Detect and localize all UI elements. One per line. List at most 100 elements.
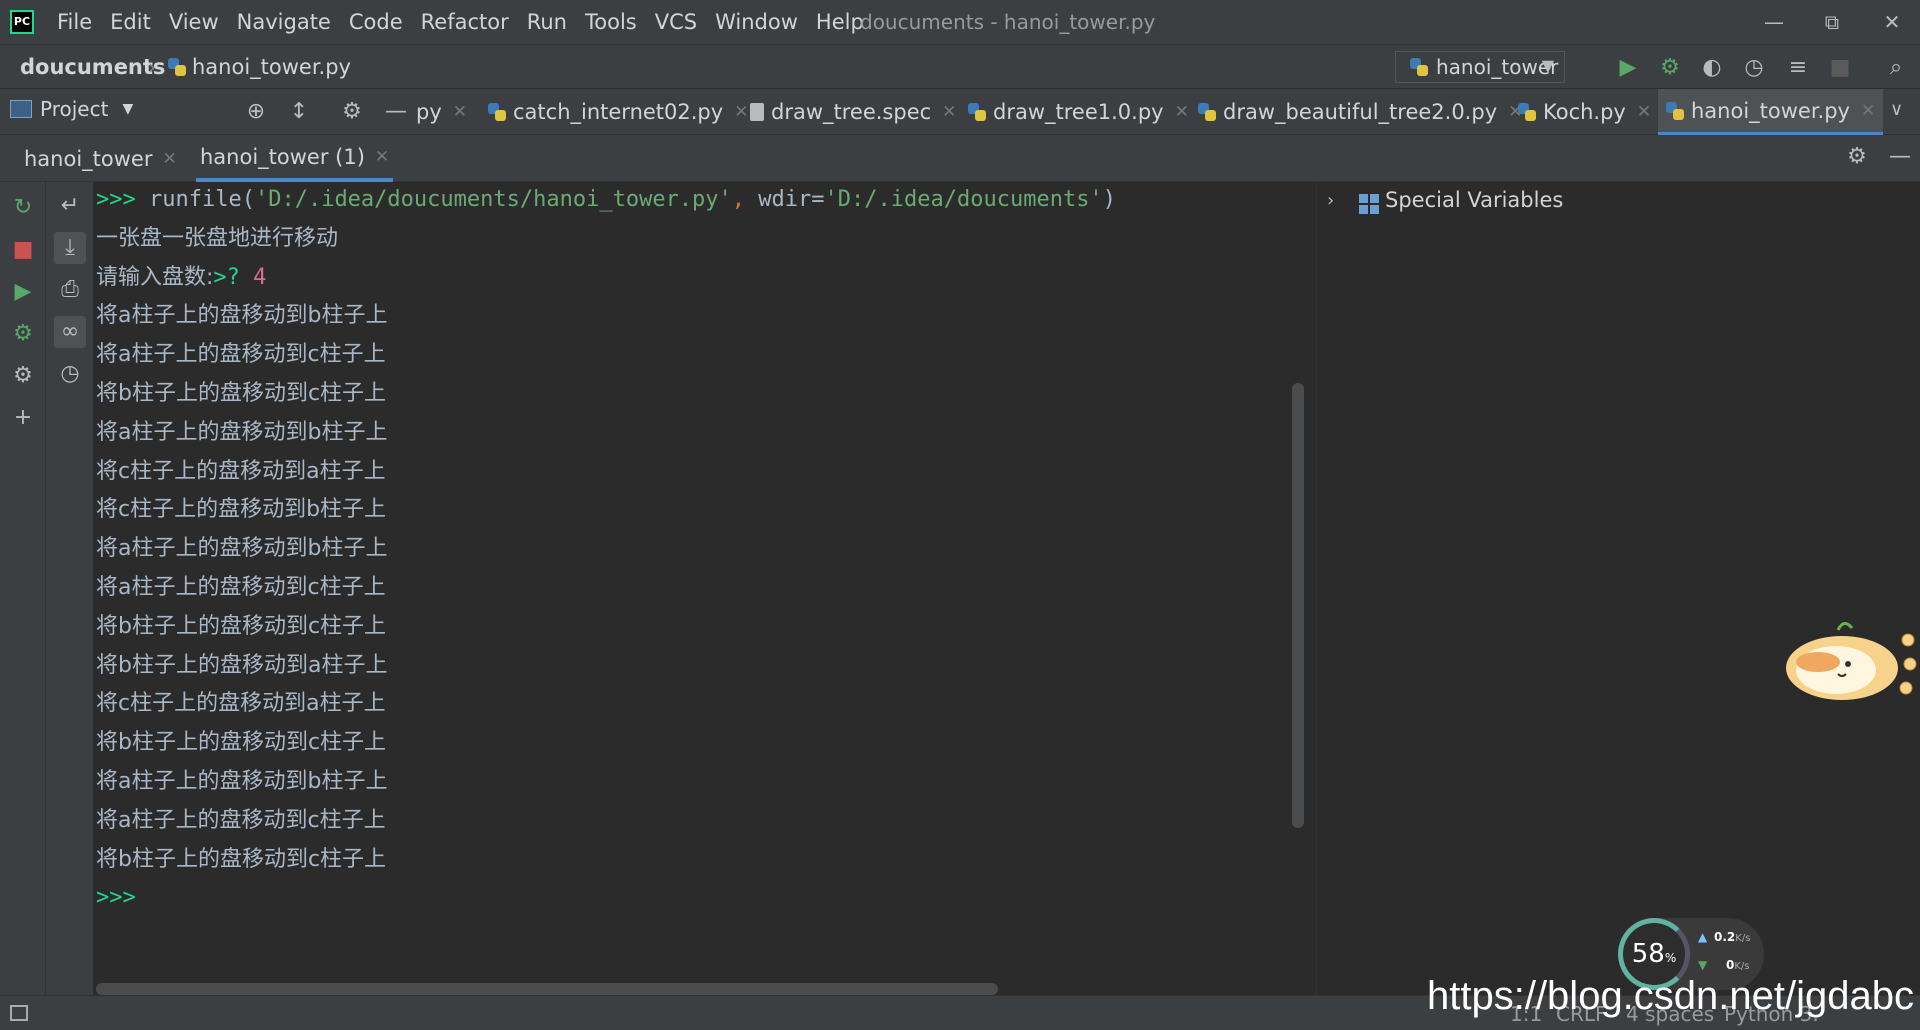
upload-speed: 0.2K/s	[1714, 930, 1751, 944]
settings-icon[interactable]: ⚙	[9, 362, 37, 390]
input-line: 请输入盘数:>? 4	[96, 260, 266, 296]
move-line: 将b柱子上的盘移动到c柱子上	[96, 730, 387, 756]
debug-icon[interactable]: ⚙	[9, 320, 37, 348]
search-icon[interactable]: ⌕	[1882, 54, 1910, 82]
project-view-button[interactable]: Project ▼	[10, 97, 133, 121]
print-icon[interactable]: ⎙	[54, 274, 86, 306]
variables-grid-icon	[1359, 194, 1379, 214]
variables-panel: › Special Variables	[1316, 182, 1920, 995]
menu-refactor[interactable]: Refactor	[412, 10, 518, 34]
toggle-tool-windows-icon[interactable]	[10, 1005, 28, 1021]
menu-navigate[interactable]: Navigate	[228, 10, 340, 34]
breadcrumb-file[interactable]: hanoi_tower.py	[168, 55, 351, 79]
run-icon[interactable]: ▶	[9, 278, 37, 306]
run-concurrency-icon[interactable]: ≡	[1784, 54, 1812, 82]
tab-draw-tree-spec[interactable]: draw_tree.spec ✕	[742, 89, 964, 135]
watermark-text: https://blog.csdn.net/jgdabc	[1427, 974, 1914, 1018]
menu-tools[interactable]: Tools	[576, 10, 646, 34]
console-tab-label: hanoi_tower (1)	[200, 144, 365, 169]
chevron-down-icon: ▼	[122, 101, 134, 117]
close-tab-icon[interactable]: ✕	[162, 149, 176, 169]
tab-hanoi-tower[interactable]: hanoi_tower.py ✕	[1658, 89, 1884, 135]
menu-vcs[interactable]: VCS	[646, 10, 706, 34]
python-file-icon	[1198, 103, 1216, 121]
menu-bar: File Edit View Navigate Code Refactor Ru…	[48, 0, 873, 44]
vertical-scrollbar[interactable]	[1292, 383, 1304, 828]
project-icon	[10, 100, 32, 118]
run-icon[interactable]: ▶	[1614, 54, 1642, 82]
menu-window[interactable]: Window	[706, 10, 807, 34]
tab-draw-beautiful-tree2[interactable]: draw_beautiful_tree2.0.py ✕	[1190, 89, 1530, 135]
scroll-to-end-icon[interactable]: ⤓	[54, 232, 86, 264]
breadcrumb-project[interactable]: doucuments	[20, 55, 165, 79]
gear-icon[interactable]: ⚙	[338, 98, 366, 126]
close-tab-icon[interactable]: ✕	[1175, 102, 1189, 122]
tab-label: Koch.py	[1543, 100, 1626, 124]
special-variables-node[interactable]: Special Variables	[1385, 188, 1563, 212]
close-tab-icon[interactable]: ✕	[1861, 101, 1875, 121]
chevron-right-icon[interactable]: ›	[1327, 190, 1334, 211]
title-bar: PC File Edit View Navigate Code Refactor…	[0, 0, 1920, 44]
run-config-select[interactable]: hanoi_tower ▼	[1395, 51, 1565, 83]
tab-label: catch_internet02.py	[513, 100, 724, 124]
menu-code[interactable]: Code	[340, 10, 412, 34]
tab-label: draw_beautiful_tree2.0.py	[1223, 100, 1498, 124]
tab-partial[interactable]: py ✕	[408, 89, 475, 135]
input-marker: >?	[213, 264, 254, 290]
history-icon[interactable]: ◷	[54, 358, 86, 390]
close-tab-icon[interactable]: ✕	[453, 102, 467, 122]
menu-view[interactable]: View	[160, 10, 228, 34]
download-speed: 0K/s	[1726, 958, 1750, 972]
command-wdir: 'D:/.idea/doucuments'	[824, 187, 1103, 212]
restore-icon[interactable]: ⧉	[1812, 4, 1852, 40]
tab-draw-tree1[interactable]: draw_tree1.0.py ✕	[960, 89, 1197, 135]
move-line: 将a柱子上的盘移动到c柱子上	[96, 575, 386, 600]
horizontal-scrollbar[interactable]	[96, 983, 998, 995]
close-window-icon[interactable]: ✕	[1872, 4, 1912, 40]
menu-file[interactable]: File	[48, 10, 101, 34]
hide-icon[interactable]: —	[382, 98, 410, 126]
tab-koch[interactable]: Koch.py ✕	[1510, 89, 1659, 135]
tab-catch-internet02[interactable]: catch_internet02.py ✕	[480, 89, 756, 135]
close-tab-icon[interactable]: ✕	[375, 147, 389, 167]
editor-tab-bar: Project ▼ ⊕ ↕ ⚙ — py ✕ catch_internet02.…	[0, 89, 1920, 135]
collapse-all-icon[interactable]: ↕	[285, 98, 313, 126]
move-line: 将a柱子上的盘移动到c柱子上	[96, 807, 386, 833]
move-line: 将a柱子上的盘移动到b柱子上	[96, 536, 388, 562]
tab-label: hanoi_tower.py	[1691, 98, 1850, 123]
upload-arrow-icon: ▲	[1698, 930, 1708, 944]
command-suffix: )	[1102, 187, 1116, 212]
console-tab-hanoi-tower[interactable]: hanoi_tower ✕	[20, 135, 181, 182]
stop-icon[interactable]: ■	[9, 236, 37, 264]
close-tab-icon[interactable]: ✕	[1637, 102, 1651, 122]
stop-icon[interactable]: ■	[1826, 54, 1854, 82]
console-tab-hanoi-tower-1[interactable]: hanoi_tower (1) ✕	[196, 135, 394, 182]
python-console-output[interactable]: >>> runfile('D:/.idea/doucuments/hanoi_t…	[94, 182, 1316, 995]
rerun-icon[interactable]: ↻	[9, 194, 37, 222]
gear-icon[interactable]: ⚙	[1843, 143, 1871, 171]
locate-icon[interactable]: ⊕	[242, 98, 270, 126]
command-prefix: runfile(	[135, 187, 255, 212]
chevron-down-icon[interactable]: ∨	[1890, 99, 1903, 120]
final-prompt-line[interactable]: >>>	[96, 880, 136, 916]
command-path: 'D:/.idea/doucuments/hanoi_tower.py'	[254, 187, 732, 212]
menu-edit[interactable]: Edit	[101, 10, 160, 34]
chevron-down-icon: ▼	[1541, 56, 1554, 75]
move-line: 将a柱子上的盘移动到b柱子上	[96, 303, 388, 329]
python-file-icon	[968, 103, 986, 121]
move-line: 将c柱子上的盘移动到a柱子上	[96, 691, 386, 717]
profile-icon[interactable]: ◷	[1740, 54, 1768, 82]
debug-icon[interactable]: ⚙	[1656, 54, 1684, 82]
show-variables-icon[interactable]: ∞	[54, 316, 86, 348]
add-icon[interactable]: +	[9, 404, 37, 432]
console-prompt: >>>	[96, 187, 136, 212]
tab-label: draw_tree1.0.py	[993, 100, 1164, 124]
hide-panel-icon[interactable]: —	[1886, 143, 1914, 171]
coverage-icon[interactable]: ◐	[1698, 54, 1726, 82]
soft-wrap-icon[interactable]: ↵	[54, 190, 86, 222]
python-file-icon	[1666, 101, 1684, 120]
close-tab-icon[interactable]: ✕	[942, 102, 956, 122]
minimize-icon[interactable]: —	[1754, 4, 1794, 40]
pycharm-logo-icon: PC	[10, 10, 34, 34]
menu-run[interactable]: Run	[518, 10, 576, 34]
